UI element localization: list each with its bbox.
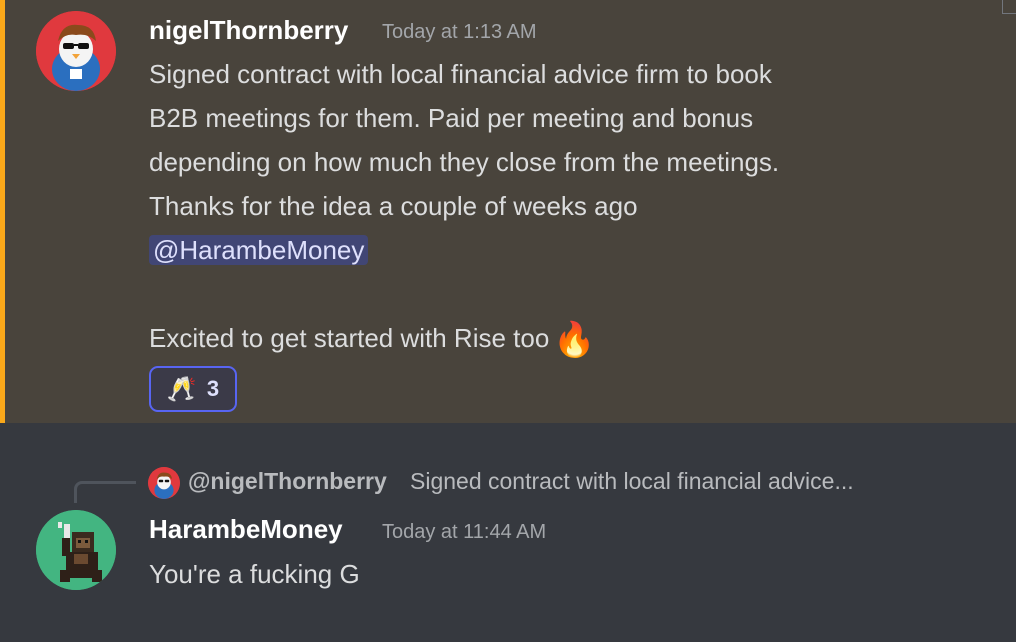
fire-emoji-icon: 🔥: [553, 321, 596, 359]
message-line: Excited to get started with Rise too: [149, 323, 550, 353]
message-line: Thanks for the idea a couple of weeks ag…: [149, 191, 638, 221]
reply-connector: [74, 481, 136, 503]
message-line: You're a fucking G: [149, 559, 360, 589]
message-timestamp: Today at 11:44 AM: [382, 521, 547, 543]
message-line: Signed contract with local financial adv…: [149, 59, 772, 89]
penguin-avatar-icon: [148, 467, 180, 499]
message-line: depending on how much they close from th…: [149, 147, 780, 177]
pixel-ape-avatar-icon: [36, 510, 116, 590]
user-avatar[interactable]: [36, 510, 116, 590]
message-timestamp: Today at 1:13 AM: [382, 21, 537, 43]
message-content: You're a fucking G: [149, 552, 989, 596]
reaction-button[interactable]: 🥂 3: [149, 366, 237, 412]
reply-preview[interactable]: Signed contract with local financial adv…: [410, 468, 854, 495]
clinking-glasses-icon: 🥂: [166, 375, 197, 403]
message-content: Signed contract with local financial adv…: [149, 52, 989, 360]
user-mention[interactable]: @HarambeMoney: [149, 235, 369, 265]
reply-author[interactable]: @nigelThornberry: [188, 468, 387, 495]
penguin-avatar-icon: [36, 11, 116, 91]
message-author[interactable]: HarambeMoney: [149, 514, 343, 545]
message-toolbar-corner: [1002, 0, 1016, 14]
reaction-count: 3: [206, 376, 220, 401]
message-author[interactable]: nigelThornberry: [149, 15, 348, 46]
message-line: B2B meetings for them. Paid per meeting …: [149, 103, 754, 133]
reply-avatar[interactable]: [148, 467, 180, 499]
user-avatar[interactable]: [36, 11, 116, 91]
